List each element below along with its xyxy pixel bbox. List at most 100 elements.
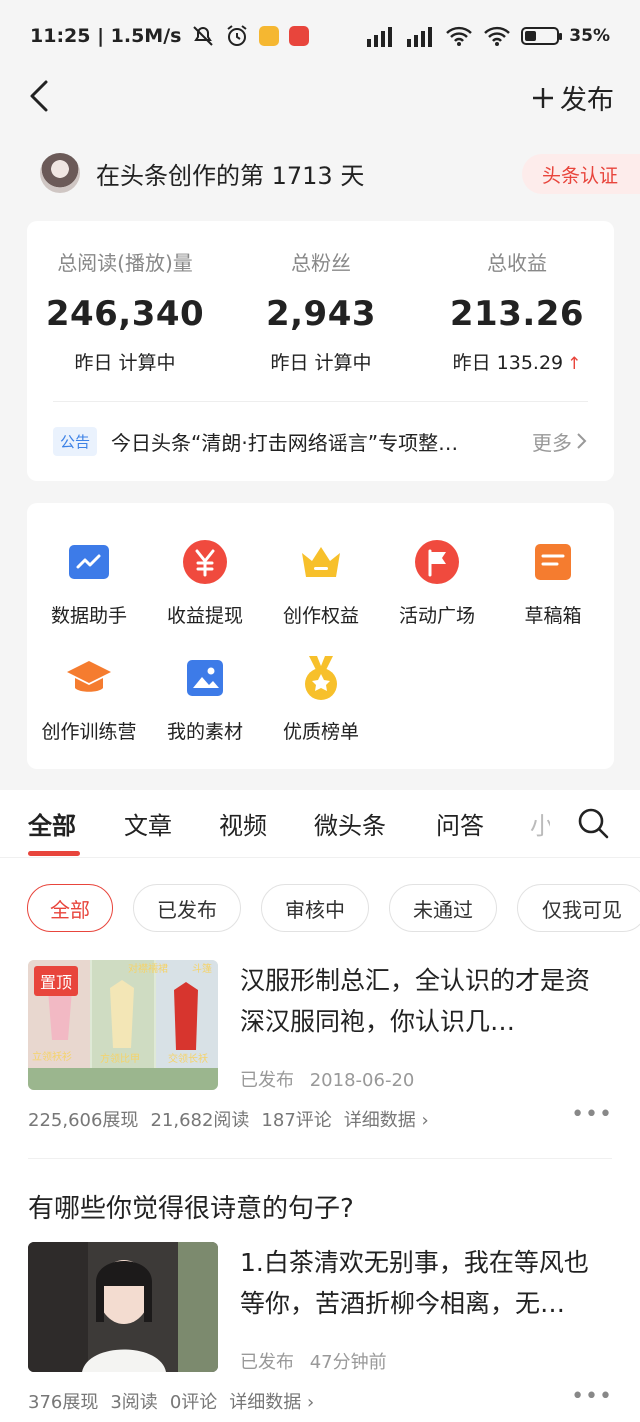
tool-label: 收益提现 [166,605,243,627]
wifi-icon [446,26,473,46]
plus-icon [533,87,553,108]
article-item[interactable]: 对襟襦裙 斗篷 立领袄衫 方领比甲 交领长袄 置顶 汉服形制总汇，全认识的才是资… [28,960,613,1150]
wifi-icon [484,26,511,46]
tool-drafts[interactable]: 草稿箱 [495,537,611,628]
stat-label: 总粉丝 [291,251,351,275]
stat-sub: 昨日 135.29 [452,352,564,374]
notice-text[interactable]: 今日头条“清朗·打击网络谣言”专项整… [111,427,491,456]
stat-total-income[interactable]: 总收益 213.26 昨日 135.29 ↑ [419,247,615,375]
notice-more-link[interactable]: 更多 [532,427,588,456]
tool-data-assistant[interactable]: 数据助手 [31,537,147,628]
alarm-icon [227,25,248,46]
article-meta: 已发布 2018-06-20 [240,1066,414,1092]
article-date: 2018-06-20 [309,1070,415,1091]
more-label: 更多 [532,430,572,455]
divider [28,1158,612,1159]
tool-activity-plaza[interactable]: 活动广场 [379,537,495,628]
tool-label: 我的素材 [166,721,243,743]
thumb-label: 对襟襦裙 [128,962,168,975]
article-thumbnail: 对襟襦裙 斗篷 立领袄衫 方领比甲 交领长袄 置顶 [28,960,218,1090]
detail-label: 详细数据 [229,1392,302,1413]
publish-label: 发布 [560,85,614,116]
stats-card: 总阅读(播放)量 246,340 昨日 计算中 总粉丝 2,943 昨日 计算中… [27,221,614,481]
creator-days-text: 在头条创作的第 1713 天 [96,161,365,190]
tab-active-indicator [28,851,80,856]
article-date: 47分钟前 [309,1352,387,1373]
signal-icon [367,27,393,47]
stat-sub: 昨日 计算中 [270,352,372,374]
app-icon [259,26,280,46]
article-detail-link[interactable]: 详细数据 › [344,1106,429,1132]
notice-tag: 公告 [53,426,98,456]
back-arrow-icon[interactable] [26,78,58,114]
stat-total-reads[interactable]: 总阅读(播放)量 246,340 昨日 计算中 [27,247,223,375]
tool-label: 数据助手 [50,605,127,627]
chip-private[interactable]: 仅我可见 [517,884,640,932]
tab-articles[interactable]: 文章 [124,806,172,841]
tab-micro-toutiao[interactable]: 微头条 [314,806,386,841]
search-icon[interactable] [576,806,610,840]
stat-sub-wrap: 昨日 135.29 ↑ [419,348,615,375]
chip-all[interactable]: 全部 [27,884,113,932]
thumb-label: 交领长袄 [168,1052,208,1065]
article-stats: 376展现 3阅读 0评论 详细数据 › [28,1388,314,1414]
tool-my-materials[interactable]: 我的素材 [147,653,263,744]
chip-rejected[interactable]: 未通过 [389,884,497,932]
thumb-label: 斗篷 [192,962,212,975]
article-status: 已发布 [240,1070,294,1091]
divider [53,401,588,402]
draft-icon [528,537,578,587]
stat-label: 总收益 [487,251,547,275]
status-time: 11:25 | 1.5M/s [30,25,182,47]
stat-label: 总阅读(播放)量 [57,251,193,275]
tool-label: 优质榜单 [282,721,359,743]
tool-income-withdraw[interactable]: 收益提现 [147,537,263,628]
tool-label: 活动广场 [398,605,475,627]
tab-xiao-partial[interactable]: 小 [530,806,550,841]
image-icon [180,653,230,703]
stat-value: 2,943 [265,294,377,334]
toutiao-app-icon [289,26,310,46]
tool-creator-camp[interactable]: 创作训练营 [31,653,147,744]
notice-bar[interactable]: 公告 今日头条“清朗·打击网络谣言”专项整… 更多 [53,423,588,459]
tab-qa[interactable]: 问答 [436,806,484,841]
yuan-icon [180,537,230,587]
tool-label: 草稿箱 [524,605,582,627]
battery-icon [521,27,563,45]
flag-icon [412,537,462,587]
medal-icon [296,653,346,703]
stat-sub: 昨日 计算中 [74,352,176,374]
avatar[interactable] [40,153,80,193]
tool-quality-ranking[interactable]: 优质榜单 [263,653,379,744]
detail-label: 详细数据 [343,1110,416,1131]
stat-value: 246,340 [45,294,205,334]
more-options-icon[interactable]: ••• [571,1102,613,1127]
article-impressions: 225,606展现 [28,1110,139,1131]
content-tabs: 全部 文章 视频 微头条 问答 小 [0,790,640,858]
tool-label: 创作权益 [282,605,359,627]
article-title[interactable]: 汉服形制总汇，全认识的才是资深汉服同袍，你认识几… [240,960,613,1042]
tool-creator-rights[interactable]: 创作权益 [263,537,379,628]
chart-icon [64,537,114,587]
pinned-badge: 置顶 [34,966,79,996]
article-item[interactable]: 1.白茶清欢无别事，我在等风也等你，苦酒折柳今相离，无… 已发布 47分钟前 3… [28,1242,613,1422]
chip-published[interactable]: 已发布 [133,884,241,932]
tab-videos[interactable]: 视频 [219,806,267,841]
chip-reviewing[interactable]: 审核中 [261,884,369,932]
toutiao-certification-badge[interactable]: 头条认证 [521,154,640,194]
status-bar: 11:25 | 1.5M/s 35% [0,0,640,72]
thumb-label: 立领袄衫 [32,1050,72,1063]
article-title[interactable]: 1.白茶清欢无别事，我在等风也等你，苦酒折柳今相离，无… [240,1242,613,1324]
graduation-cap-icon [64,653,114,703]
battery-percent: 35% [569,26,610,46]
more-options-icon[interactable]: ••• [571,1384,613,1409]
question-title[interactable]: 有哪些你觉得很诗意的句子? [28,1188,354,1225]
stat-total-fans[interactable]: 总粉丝 2,943 昨日 计算中 [223,247,419,375]
publish-button[interactable]: 发布 [532,78,614,117]
tab-all[interactable]: 全部 [28,806,76,841]
tool-label: 创作训练营 [41,721,137,743]
chevron-right-icon [577,433,587,449]
stat-value: 213.26 [449,294,585,334]
article-reads: 3阅读 [110,1392,158,1413]
article-detail-link[interactable]: 详细数据 › [229,1388,314,1414]
